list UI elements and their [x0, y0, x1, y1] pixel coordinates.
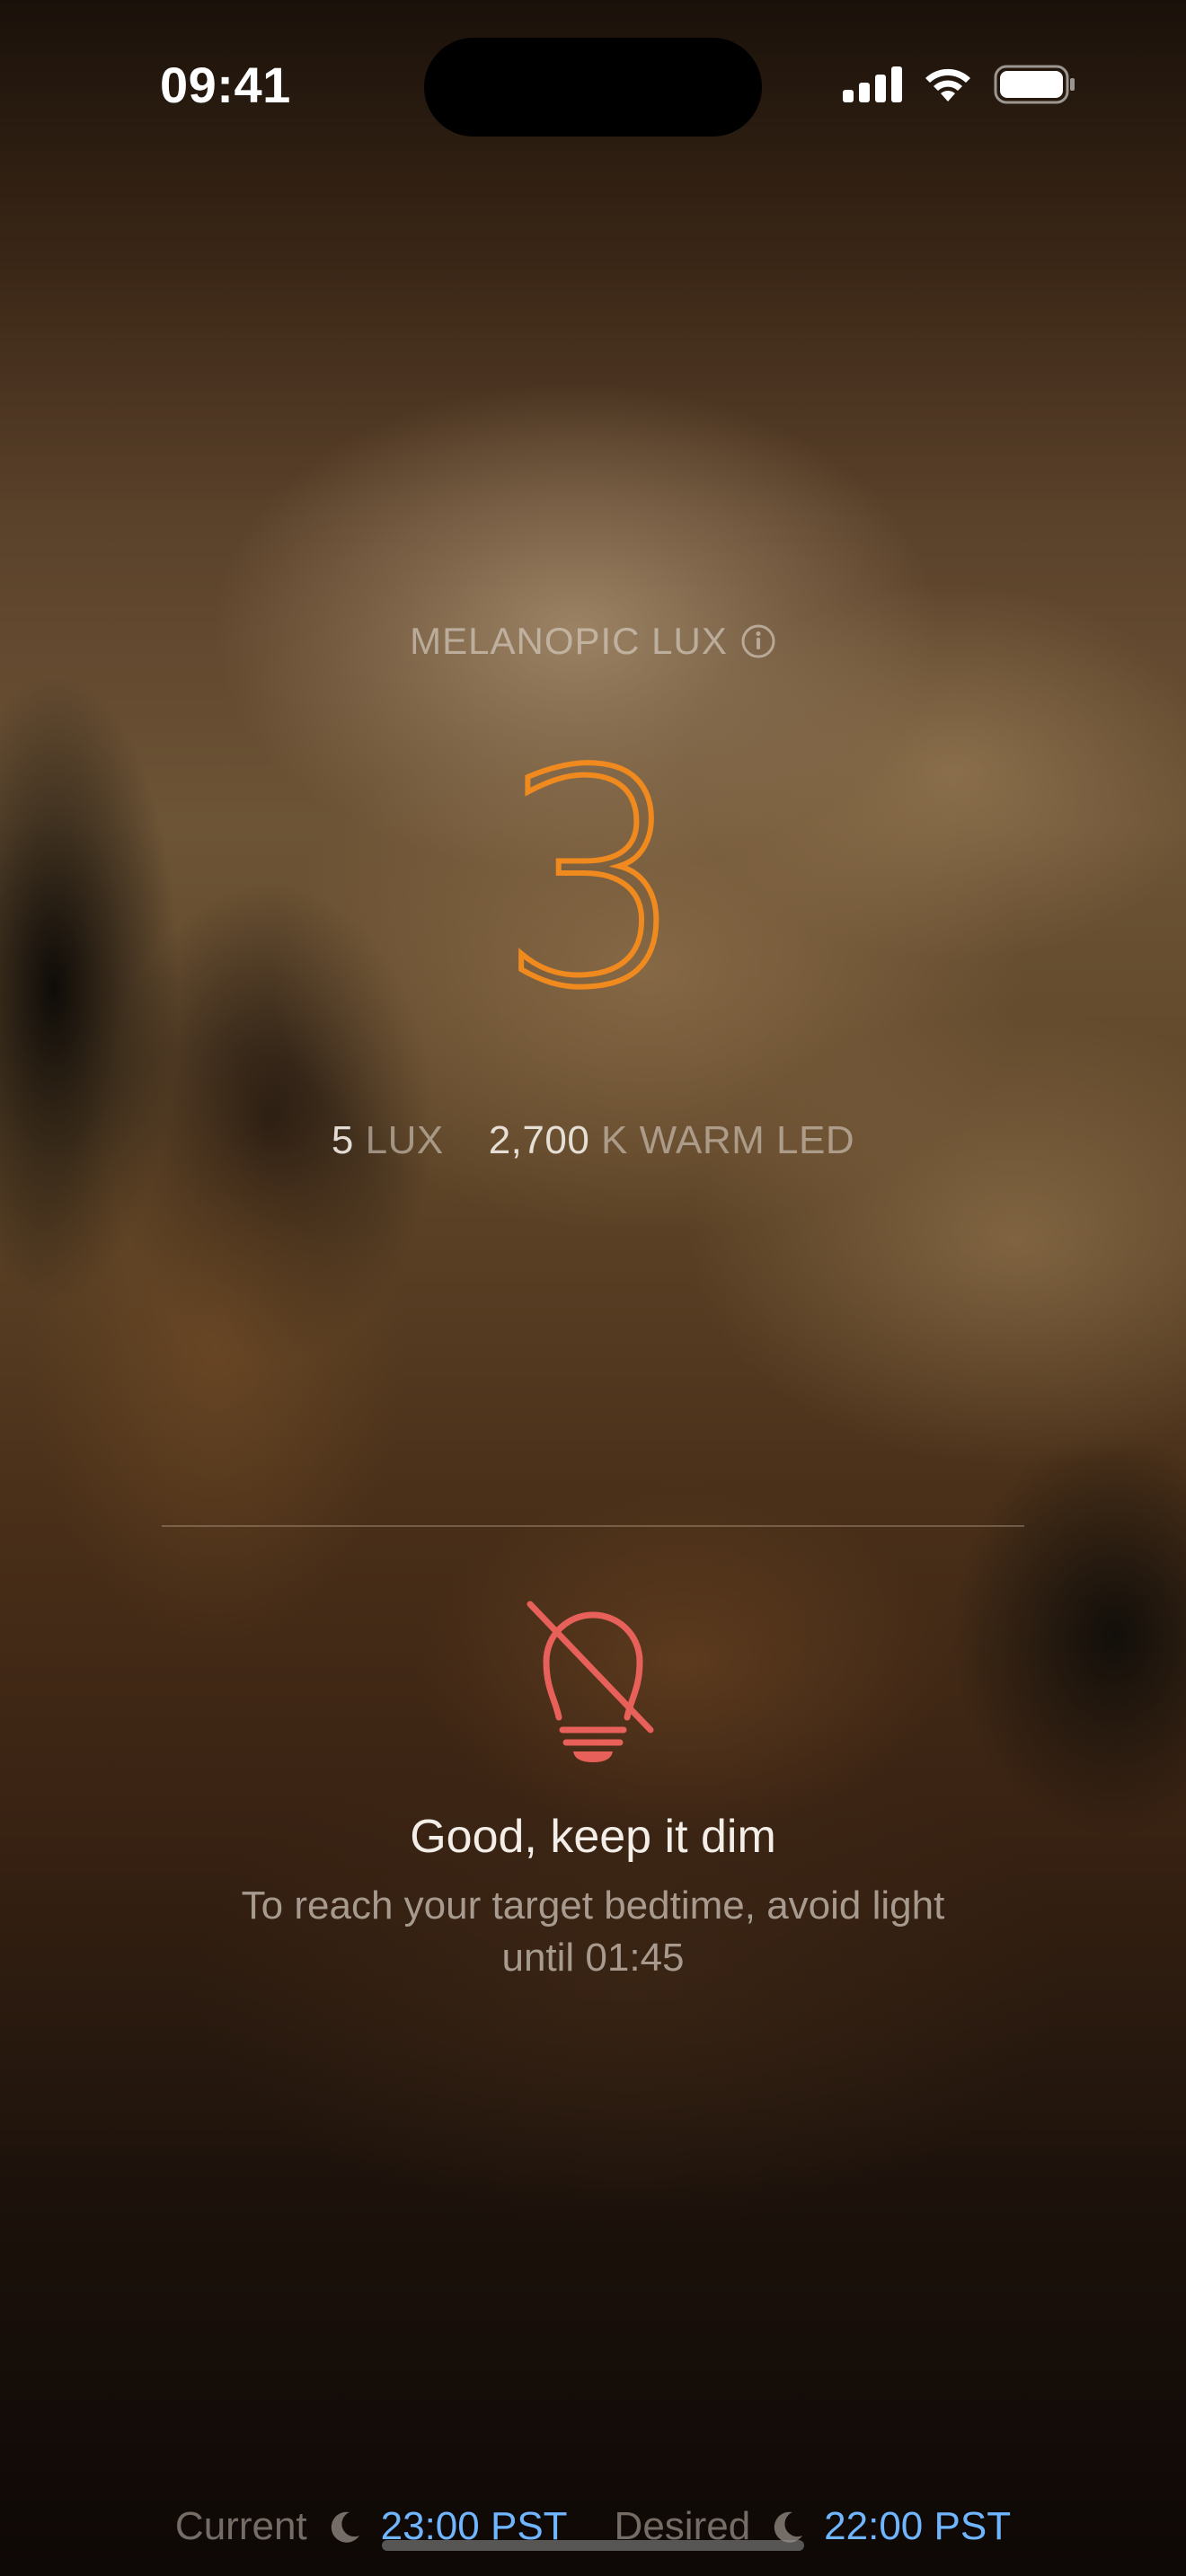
- info-icon[interactable]: [740, 623, 776, 659]
- moon-icon: [327, 2509, 363, 2545]
- current-bedtime-label: Current: [174, 2504, 307, 2548]
- status-time: 09:41: [160, 57, 291, 113]
- battery-icon: [994, 65, 1075, 104]
- desired-bedtime-value: 22:00 PST: [824, 2504, 1012, 2548]
- message-title: Good, keep it dim: [410, 1811, 776, 1863]
- lux-value: 5: [331, 1118, 354, 1162]
- screen: 09:41 MELANOPIC LUX 3 5 LUX 2,700 K WARM…: [0, 0, 1186, 2576]
- status-icons: [843, 65, 1076, 104]
- lux-unit: LUX: [365, 1118, 444, 1162]
- melanopic-lux-label: MELANOPIC LUX: [410, 620, 728, 662]
- divider: [162, 1525, 1024, 1527]
- wifi-icon: [925, 68, 970, 101]
- dynamic-island: [424, 38, 762, 137]
- color-temperature-reading: 2,700 K WARM LED: [489, 1118, 854, 1163]
- melanopic-lux-value: 3: [496, 708, 690, 1053]
- color-temperature-value: 2,700: [488, 1118, 590, 1162]
- lux-reading: 5 LUX: [332, 1118, 444, 1163]
- home-indicator[interactable]: [382, 2540, 804, 2551]
- light-meta-row: 5 LUX 2,700 K WARM LED: [0, 1118, 1186, 1163]
- color-temperature-unit: K WARM LED: [601, 1118, 855, 1162]
- melanopic-lux-label-row: MELANOPIC LUX: [0, 620, 1186, 663]
- message-body: To reach your target bedtime, avoid ligh…: [241, 1883, 945, 1980]
- moon-icon: [770, 2509, 806, 2545]
- cellular-signal-icon: [843, 66, 902, 102]
- lightbulb-off-icon: [527, 1601, 654, 1762]
